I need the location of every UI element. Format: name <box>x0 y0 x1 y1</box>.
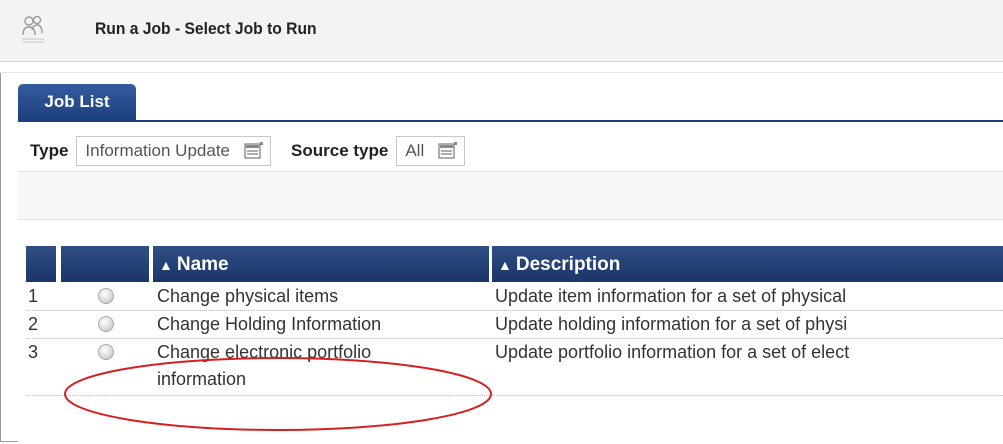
row-select-radio[interactable] <box>98 288 114 304</box>
column-header-name[interactable]: ▲︎ Name <box>153 246 489 282</box>
dropdown-list-icon <box>438 142 458 159</box>
job-description: Update holding information for a set of … <box>495 314 848 334</box>
column-header-number <box>26 246 56 282</box>
annotation-highlight-ellipse <box>64 357 492 431</box>
filter-row: Type Information Update Source type All <box>30 134 485 168</box>
type-filter-label: Type <box>30 141 69 160</box>
sort-icon: ▲︎ <box>498 257 512 273</box>
row-select-radio[interactable] <box>98 316 114 332</box>
people-icon <box>22 15 44 43</box>
tab-bar: Job List <box>18 84 1003 122</box>
action-bar <box>18 171 1003 220</box>
source-type-filter-label: Source type <box>291 141 389 160</box>
job-name: Change Holding Information <box>157 314 382 334</box>
column-header-select <box>61 246 149 282</box>
type-filter-select[interactable]: Information Update <box>76 136 272 166</box>
column-header-description-label: Description <box>515 254 621 275</box>
header-divider <box>0 62 1003 73</box>
table-row[interactable]: 2 Change Holding Information Update hold… <box>26 311 1003 339</box>
sort-icon: ▲︎ <box>159 257 173 273</box>
row-number: 2 <box>28 314 39 334</box>
page-title: Run a Job - Select Job to Run <box>95 19 317 38</box>
dropdown-list-icon <box>244 142 264 159</box>
source-type-filter-select[interactable]: All <box>396 136 466 166</box>
job-description: Update portfolio information for a set o… <box>495 342 850 362</box>
job-name: Change physical items <box>157 286 339 306</box>
source-type-filter-value: All <box>405 141 425 160</box>
column-header-name-label: Name <box>176 254 229 275</box>
row-number: 3 <box>28 342 39 362</box>
job-description: Update item information for a set of phy… <box>495 286 847 306</box>
page-header: Run a Job - Select Job to Run <box>0 0 1003 62</box>
type-filter-value: Information Update <box>85 141 231 160</box>
table-row[interactable]: 1 Change physical items Update item info… <box>26 283 1003 311</box>
column-header-description[interactable]: ▲︎ Description <box>492 246 1003 282</box>
tab-job-list[interactable]: Job List <box>18 84 136 120</box>
row-number: 1 <box>28 286 39 306</box>
table-header: ▲︎ Name ▲︎ Description <box>26 246 1003 282</box>
